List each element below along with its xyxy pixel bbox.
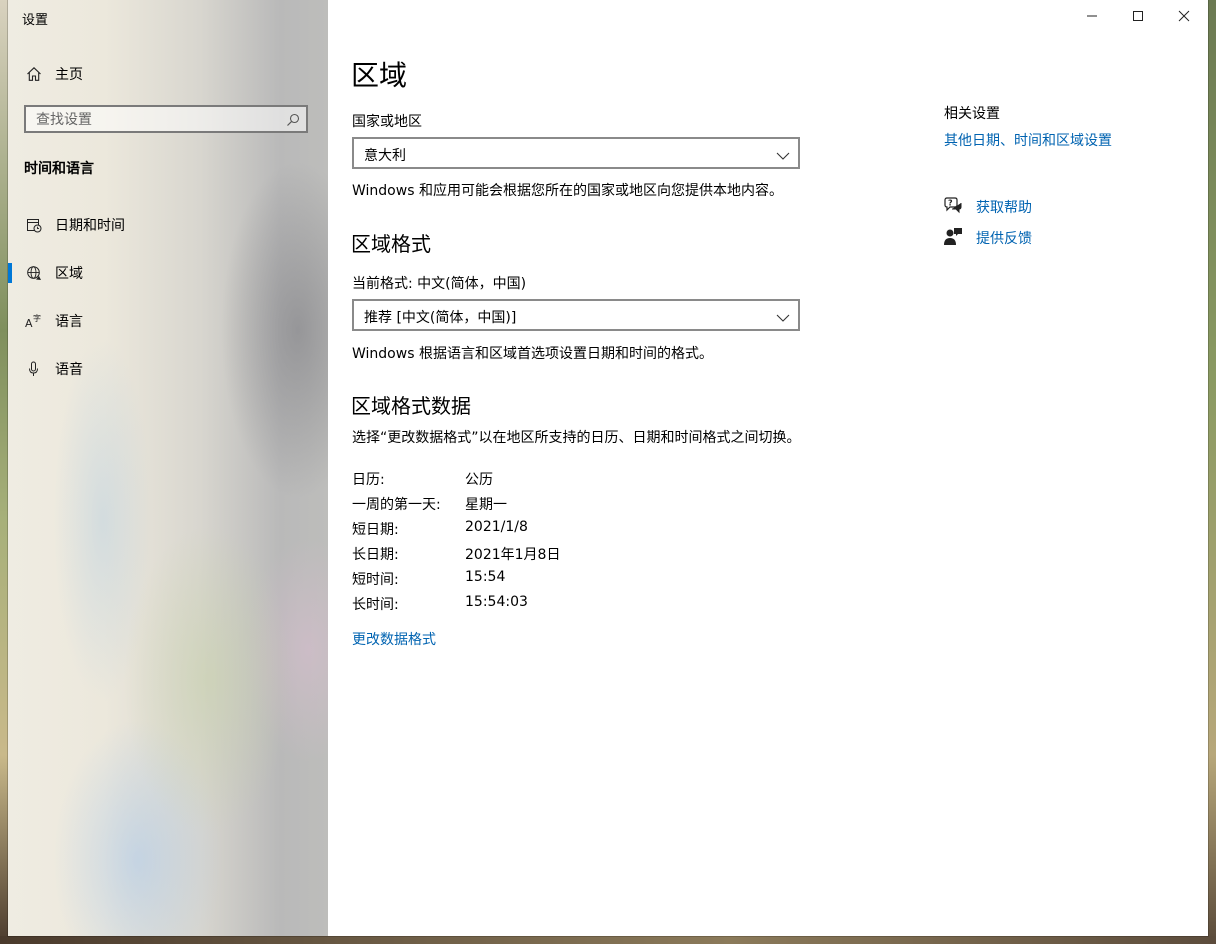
first-day-value: 星期一	[465, 497, 507, 513]
format-data-heading: 区域格式数据	[351, 394, 471, 418]
sidebar-item-label: 语言	[55, 314, 83, 330]
format-dropdown-value: 推荐 [中文(简体，中国)]	[364, 310, 517, 326]
calendar-value: 公历	[465, 472, 493, 488]
long-time-key: 长时间:	[352, 597, 399, 613]
search-input[interactable]	[36, 111, 276, 129]
desktop-background-left	[0, 0, 8, 944]
current-format-label: 当前格式: 中文(简体，中国)	[352, 276, 527, 292]
close-icon	[1178, 7, 1190, 26]
window-title: 设置	[22, 13, 49, 28]
format-description: Windows 根据语言和区域首选项设置日期和时间的格式。	[352, 346, 713, 362]
additional-settings-link[interactable]: 其他日期、时间和区域设置	[944, 130, 1112, 150]
sidebar-item-home[interactable]: 主页	[8, 54, 328, 94]
country-label: 国家或地区	[352, 114, 422, 130]
minimize-icon	[1086, 7, 1098, 26]
change-data-format-link[interactable]: 更改数据格式	[352, 629, 436, 649]
feedback-icon[interactable]	[943, 227, 963, 247]
microphone-icon	[25, 360, 43, 378]
format-data-description: 选择“更改数据格式”以在地区所支持的日历、日期和时间格式之间切换。	[352, 430, 801, 446]
search-icon[interactable]	[286, 112, 300, 131]
sidebar-section-title: 时间和语言	[24, 161, 94, 177]
short-date-key: 短日期:	[352, 522, 399, 538]
country-dropdown[interactable]: 意大利	[352, 137, 800, 169]
calendar-clock-icon	[25, 216, 43, 234]
sidebar-item-label: 日期和时间	[55, 218, 125, 234]
language-icon: A字	[25, 312, 43, 330]
format-heading: 区域格式	[351, 232, 431, 256]
short-time-value: 15:54	[465, 569, 506, 585]
sidebar-item-language[interactable]: A字 语言	[8, 301, 328, 341]
sidebar-item-region[interactable]: 区域	[8, 253, 328, 293]
minimize-button[interactable]	[1069, 0, 1115, 32]
help-icon[interactable]: ?	[943, 196, 963, 216]
svg-text:字: 字	[33, 313, 41, 323]
related-settings-title: 相关设置	[944, 106, 1000, 122]
chevron-down-icon	[776, 147, 790, 166]
svg-text:?: ?	[948, 199, 953, 208]
first-day-key: 一周的第一天:	[352, 497, 441, 513]
sidebar: 设置 主页 时间和语言 日期和时间 区域	[8, 0, 328, 936]
desktop-background-bottom	[0, 936, 1216, 944]
search-box[interactable]	[24, 105, 308, 133]
svg-text:A: A	[25, 317, 33, 329]
sidebar-item-date-time[interactable]: 日期和时间	[8, 205, 328, 245]
long-date-key: 长日期:	[352, 547, 399, 563]
chevron-down-icon	[776, 309, 790, 328]
maximize-button[interactable]	[1115, 0, 1161, 32]
maximize-icon	[1132, 7, 1144, 26]
give-feedback-link[interactable]: 提供反馈	[976, 228, 1032, 248]
short-date-value: 2021/1/8	[465, 519, 528, 535]
long-date-value: 2021年1月8日	[465, 547, 561, 563]
page-title: 区域	[351, 59, 408, 92]
sidebar-item-speech[interactable]: 语音	[8, 349, 328, 389]
format-dropdown[interactable]: 推荐 [中文(简体，中国)]	[352, 299, 800, 331]
get-help-link[interactable]: 获取帮助	[976, 197, 1032, 217]
close-button[interactable]	[1161, 0, 1207, 32]
globe-icon	[25, 264, 43, 282]
country-description: Windows 和应用可能会根据您所在的国家或地区向您提供本地内容。	[352, 183, 783, 199]
short-time-key: 短时间:	[352, 572, 399, 588]
country-dropdown-value: 意大利	[364, 148, 406, 164]
sidebar-item-label: 主页	[55, 67, 83, 83]
settings-window: 设置 主页 时间和语言 日期和时间 区域	[8, 0, 1208, 936]
sidebar-item-label: 区域	[55, 266, 83, 282]
long-time-value: 15:54:03	[465, 594, 528, 610]
home-icon	[25, 65, 43, 83]
calendar-key: 日历:	[352, 472, 385, 488]
sidebar-item-label: 语音	[55, 362, 83, 378]
